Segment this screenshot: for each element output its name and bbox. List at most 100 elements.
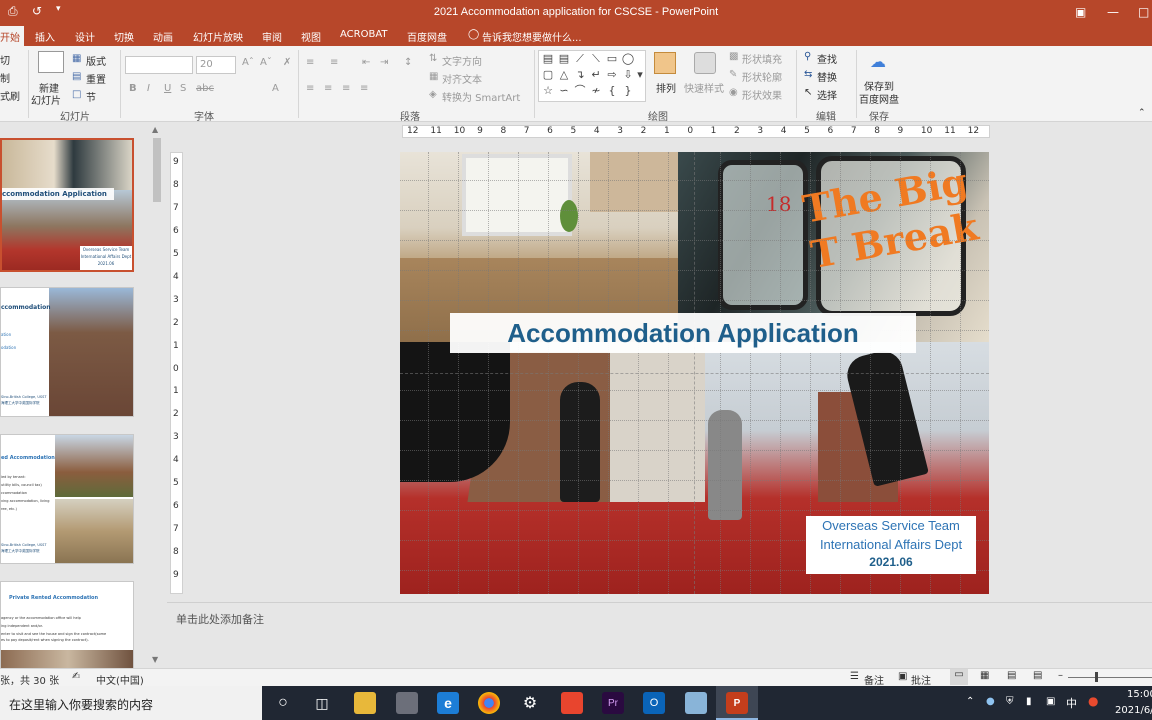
- triangle-shape-icon[interactable]: △: [557, 69, 571, 81]
- cut-button[interactable]: 切: [0, 52, 10, 67]
- replace-button[interactable]: 替换: [817, 69, 837, 84]
- font-size-input[interactable]: 20: [196, 56, 236, 74]
- tab-animations[interactable]: 动画: [153, 29, 173, 44]
- app-icon[interactable]: [561, 692, 583, 714]
- bold-button[interactable]: B: [129, 83, 137, 94]
- file-explorer-icon[interactable]: [354, 692, 376, 714]
- powerpoint-icon[interactable]: P: [726, 692, 748, 714]
- spellcheck-icon[interactable]: ✍: [72, 671, 80, 682]
- align-center-icon[interactable]: ≡: [324, 83, 332, 94]
- select-button[interactable]: 选择: [817, 87, 837, 102]
- app-icon[interactable]: [396, 692, 418, 714]
- settings-gear-icon[interactable]: ⚙: [519, 692, 541, 714]
- normal-view-icon[interactable]: ▭: [950, 669, 968, 685]
- align-right-icon[interactable]: ≡: [342, 83, 350, 94]
- indent-icon[interactable]: ⇤: [362, 57, 370, 68]
- vertical-textbox-shape-icon[interactable]: ▤: [557, 53, 571, 65]
- clear-format-icon[interactable]: ✗: [283, 57, 291, 68]
- taskbar-search-placeholder[interactable]: 在这里输入你要搜索的内容: [9, 696, 153, 713]
- tab-review[interactable]: 审阅: [262, 29, 282, 44]
- clock-time[interactable]: 15:00: [1127, 689, 1152, 700]
- tray-overflow-icon[interactable]: ⌃: [966, 696, 974, 707]
- thumbnail-scrollbar[interactable]: ▲ ▼: [151, 125, 163, 668]
- quick-styles-button[interactable]: 快速样式: [684, 80, 724, 95]
- outlook-icon[interactable]: O: [643, 692, 665, 714]
- elbow-connector-icon[interactable]: ↴: [573, 69, 587, 81]
- tab-home[interactable]: 开始: [0, 26, 24, 46]
- brace-shape-icon[interactable]: }: [621, 85, 635, 97]
- tab-transitions[interactable]: 切换: [114, 29, 134, 44]
- comments-toggle-button[interactable]: 批注: [911, 672, 931, 687]
- oval-shape-icon[interactable]: ◯: [621, 53, 635, 65]
- text-direction-button[interactable]: 文字方向: [442, 53, 482, 68]
- slide-canvas[interactable]: 18 The Big T Break Accommodation Applica…: [400, 152, 989, 594]
- task-view-icon[interactable]: ◫: [311, 692, 333, 714]
- shadow-button[interactable]: S: [180, 83, 186, 94]
- tab-view[interactable]: 视图: [301, 29, 321, 44]
- align-text-button[interactable]: 对齐文本: [442, 71, 482, 86]
- clock-date[interactable]: 2021/6/: [1115, 705, 1152, 716]
- elbow-connector-icon[interactable]: ↵: [589, 69, 603, 81]
- app-icon[interactable]: [685, 692, 707, 714]
- reading-view-icon[interactable]: ▤: [1007, 670, 1016, 681]
- arc-shape-icon[interactable]: ⌒: [573, 85, 587, 97]
- taskbar-active-item[interactable]: P: [716, 686, 758, 720]
- cortana-icon[interactable]: ○: [272, 692, 294, 714]
- taskbar-search-box[interactable]: 在这里输入你要搜索的内容: [0, 686, 262, 720]
- tab-acrobat[interactable]: ACROBAT: [340, 29, 388, 40]
- new-slide-icon[interactable]: [38, 51, 64, 73]
- convert-smartart-button[interactable]: 转换为 SmartArt: [442, 89, 520, 104]
- ime-indicator[interactable]: 中: [1066, 695, 1077, 711]
- notes-pane[interactable]: 单击此处添加备注: [167, 602, 1152, 668]
- slide-thumbnail[interactable]: Private Rented Accommodation agency or t…: [0, 581, 134, 668]
- slide-thumbnail[interactable]: ed Accommodation ied by tenant: utility …: [0, 434, 134, 564]
- minimize-icon[interactable]: —: [1107, 5, 1119, 19]
- internet-explorer-icon[interactable]: e: [437, 692, 459, 714]
- ribbon-display-options-icon[interactable]: ▣: [1075, 5, 1086, 19]
- line-shape-icon[interactable]: ⟋: [573, 53, 587, 65]
- italic-button[interactable]: I: [147, 83, 150, 94]
- shapes-gallery[interactable]: ▤ ▤ ⟋ ⟍ ▭ ◯ ▢ △ ↴ ↵ ⇨ ⇩ ☆ ∽ ⌒ ≁ { } ▾: [538, 50, 646, 102]
- grow-font-icon[interactable]: Aˆ: [242, 57, 254, 68]
- textbox-shape-icon[interactable]: ▤: [541, 53, 555, 65]
- arrange-button[interactable]: 排列: [656, 80, 676, 95]
- shield-icon[interactable]: ⛨: [1006, 696, 1014, 707]
- tab-baidu[interactable]: 百度网盘: [407, 29, 447, 44]
- shape-effects-button[interactable]: 形状效果: [742, 87, 782, 102]
- slide-title[interactable]: Accommodation Application: [450, 313, 916, 353]
- collapse-ribbon-icon[interactable]: ⌃: [1138, 108, 1146, 118]
- bullets-icon[interactable]: ≡: [306, 57, 314, 68]
- star-shape-icon[interactable]: ☆: [541, 85, 555, 97]
- slide-info-box[interactable]: Overseas Service Team International Affa…: [806, 516, 976, 574]
- battery-icon[interactable]: ▮: [1026, 696, 1032, 707]
- line-shape-icon[interactable]: ⟍: [589, 53, 603, 65]
- notes-toggle-button[interactable]: 备注: [864, 672, 884, 687]
- tell-me-box[interactable]: 告诉我您想要做什么...: [482, 29, 582, 44]
- arrow-down-shape-icon[interactable]: ⇩: [621, 69, 635, 81]
- gallery-more-icon[interactable]: ▾: [635, 69, 645, 81]
- font-name-input[interactable]: [125, 56, 193, 74]
- shrink-font-icon[interactable]: Aˇ: [260, 57, 272, 68]
- freeform-shape-icon[interactable]: ≁: [589, 85, 603, 97]
- slideshow-icon[interactable]: ▤: [1033, 670, 1042, 681]
- tray-icon[interactable]: ●: [1088, 694, 1098, 708]
- reset-button[interactable]: 重置: [86, 71, 106, 86]
- maximize-icon[interactable]: □: [1138, 5, 1149, 19]
- shape-fill-button[interactable]: 形状填充: [742, 51, 782, 66]
- strikethrough-button[interactable]: abc: [196, 83, 214, 94]
- section-button[interactable]: 节: [86, 89, 96, 104]
- justify-icon[interactable]: ≡: [360, 83, 368, 94]
- zoom-slider-thumb[interactable]: [1095, 672, 1098, 682]
- premiere-icon[interactable]: Pr: [602, 692, 624, 714]
- language-indicator[interactable]: 中文(中国): [96, 672, 144, 687]
- zoom-slider[interactable]: [1068, 677, 1152, 678]
- tray-icon[interactable]: ●: [986, 696, 995, 707]
- find-button[interactable]: 查找: [817, 51, 837, 66]
- outdent-icon[interactable]: ⇥: [380, 57, 388, 68]
- rectangle-shape-icon[interactable]: ▭: [605, 53, 619, 65]
- underline-button[interactable]: U: [164, 83, 171, 94]
- network-icon[interactable]: ▣: [1046, 696, 1055, 707]
- format-painter-button[interactable]: 式刷: [0, 88, 20, 103]
- slide-sorter-icon[interactable]: ▦: [980, 670, 989, 681]
- numbering-icon[interactable]: ≡: [330, 57, 338, 68]
